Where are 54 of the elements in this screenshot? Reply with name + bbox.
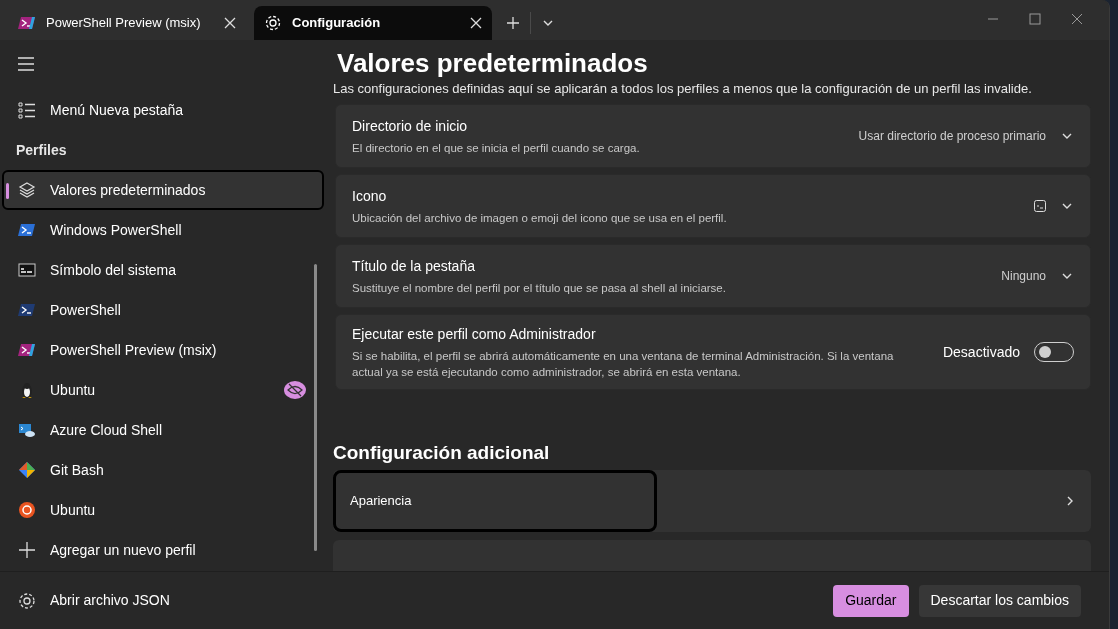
page-description: Las configuraciones definidas aquí se aplicarán a todos los perfiles a menos que la configuración de un perfil las invalide. [332,80,1033,98]
sidebar-item[interactable]: Valores predeterminados [2,170,324,210]
discard-button[interactable]: Descartar los cambios [918,584,1081,617]
toggle-label: Desactivado [942,342,1020,362]
setting-title: Título de la pestaña [352,257,476,276]
tab-title: PowerShell Preview (msix) [46,14,202,33]
circle-logo-icon [18,501,36,519]
setting-title: Ejecutar este perfil como Administrador [352,325,597,344]
setting-description: El directorio en el que se inicia el perfil cuando se carga. [352,141,641,156]
sidebar-item[interactable]: Agregar un nuevo perfil [2,530,324,570]
setting-value: Ninguno [1001,268,1046,285]
diamond-icon [18,461,36,479]
cloud-terminal-icon [18,421,36,439]
sidebar-item[interactable]: Windows PowerShell [2,210,324,250]
terminal-icon [18,221,36,239]
terminal-icon [18,341,36,359]
sidebar-item[interactable]: Menú Nueva pestaña [4,90,326,130]
save-button[interactable]: Guardar [833,584,909,617]
sidebar-item[interactable]: Abrir archivo JSON [2,580,326,621]
section-header: Perfiles [15,140,68,160]
command-prompt-icon [1034,200,1046,212]
sidebar-item[interactable]: Símbolo del sistema [2,250,324,290]
plus-icon[interactable] [506,16,520,30]
sidebar-item[interactable]: Ubuntu [2,370,324,410]
navigation-card[interactable]: Apariencia [333,470,1091,532]
menu-icon[interactable] [18,57,34,71]
sidebar-item[interactable]: PowerShell Preview (msix) [2,330,324,370]
sidebar-item[interactable]: Git Bash [2,450,324,490]
settings-icon [18,591,36,610]
plus-icon [18,541,36,559]
section-header: Configuración adicional [332,441,551,465]
page-title: Valores predeterminados [336,47,649,80]
settings-icon [264,14,282,32]
terminal-icon [18,301,36,319]
setting-value: Usar directorio de proceso primario [858,128,1046,145]
setting-description: Sustituye el nombre del perfil por el título que se pasa al shell al iniciarse. [352,281,727,296]
tab[interactable]: Configuración [254,6,492,40]
selection-indicator [6,183,9,199]
setting-title: Directorio de inicio [352,117,469,136]
tab-title: Configuración [292,14,382,33]
command-prompt-icon [18,261,36,279]
sidebar-item[interactable]: Azure Cloud Shell [2,410,324,450]
setting-description: Si se habilita, el perfil se abrirá automáticamente en una ventana de terminal Administración. Si la ventana actual ya se está ejecutando como administrador, se abrirá en esta ventana. [352,349,895,380]
sidebar-item[interactable]: PowerShell [2,290,324,330]
setting-title: Icono [352,187,388,206]
sidebar-item[interactable]: Ubuntu [2,490,324,530]
hidden-icon [284,381,306,399]
layers-icon [18,181,36,199]
scrollbar[interactable] [314,264,317,551]
terminal-icon [18,14,36,32]
list-icon [18,101,36,119]
tab[interactable]: PowerShell Preview (msix) [8,6,246,40]
setting-description: Ubicación del archivo de imagen o emoji del icono que se usa en el perfil. [352,211,728,226]
maximize-icon[interactable] [1029,13,1041,25]
